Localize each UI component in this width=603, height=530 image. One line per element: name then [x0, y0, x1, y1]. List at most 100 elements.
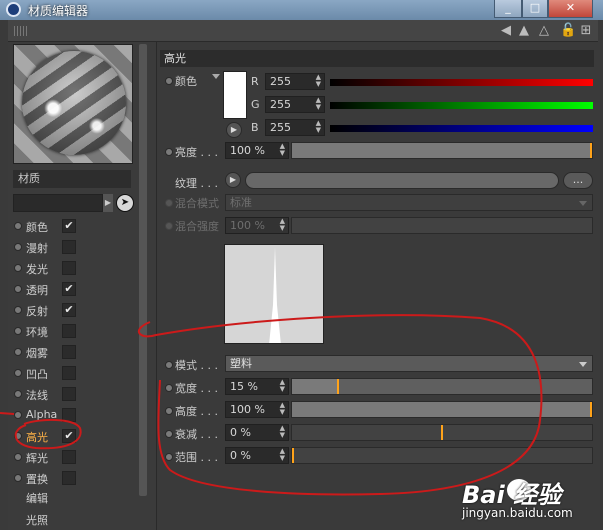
channel-checkbox[interactable] — [62, 450, 76, 464]
sidebar-item-illumination[interactable]: 光照 — [26, 512, 48, 528]
channel-label: 辉光 — [26, 452, 48, 465]
sidebar-item-channel[interactable]: 高光 ✔ — [14, 427, 134, 446]
keyframe-dot-icon[interactable] — [165, 407, 173, 415]
channel-checkbox[interactable]: ✔ — [62, 219, 76, 233]
sidebar-item-channel[interactable]: 辉光 — [14, 448, 134, 467]
blend-mode-label: 混合模式 — [175, 197, 219, 210]
material-link-field[interactable] — [13, 194, 103, 212]
channel-dot-icon — [14, 222, 22, 230]
texture-menu-button[interactable]: ▶ — [225, 172, 241, 188]
sidebar-item-channel[interactable]: 透明 ✔ — [14, 280, 134, 299]
keyframe-dot-icon[interactable] — [165, 148, 173, 156]
keyframe-dot-icon[interactable] — [165, 384, 173, 392]
keyframe-dot-icon[interactable] — [165, 77, 173, 85]
brightness-slider[interactable] — [291, 142, 593, 159]
arrow-up-icon[interactable]: ▲ — [516, 23, 532, 39]
channel-checkbox[interactable] — [62, 387, 76, 401]
sidebar-item-edit[interactable]: 编辑 — [26, 490, 48, 506]
color-picker-button[interactable]: ▶ — [226, 122, 242, 138]
height-slider[interactable] — [291, 401, 593, 418]
width-slider[interactable] — [291, 378, 593, 395]
channel-checkbox[interactable] — [62, 345, 76, 359]
window-title: 材质编辑器 — [28, 4, 89, 18]
triangle-icon[interactable]: △ — [536, 23, 552, 39]
channel-label: 环境 — [26, 326, 48, 339]
sidebar-item-channel[interactable]: 烟雾 — [14, 343, 134, 362]
channel-checkbox[interactable]: ✔ — [62, 282, 76, 296]
keyframe-dot-icon[interactable] — [165, 453, 173, 461]
r-input[interactable]: 255 ▲ ▼ — [265, 73, 325, 90]
blend-strength-label: 混合强度 — [175, 220, 219, 233]
channel-checkbox[interactable] — [62, 408, 76, 422]
color-swatch[interactable] — [223, 71, 247, 119]
falloff-input[interactable]: 0 % ▲ ▼ — [225, 424, 289, 441]
sidebar-item-channel[interactable]: Alpha — [14, 406, 134, 425]
sidebar-scrollbar[interactable] — [139, 44, 147, 496]
watermark-url: jingyan.baidu.com — [462, 506, 573, 520]
sidebar-item-channel[interactable]: 法线 — [14, 385, 134, 404]
channel-dot-icon — [14, 348, 22, 356]
lock-icon[interactable]: 🔓 — [560, 23, 576, 39]
grip-icon[interactable] — [14, 26, 28, 36]
arrow-left-icon[interactable]: ◀ — [498, 23, 514, 39]
color-dropdown-icon[interactable] — [212, 74, 220, 79]
channel-checkbox[interactable] — [62, 261, 76, 275]
sidebar-item-channel[interactable]: 置换 — [14, 469, 134, 488]
channel-checkbox[interactable]: ✔ — [62, 429, 76, 443]
new-window-icon[interactable]: ⊞ — [578, 23, 594, 39]
mode-select[interactable]: 塑料 — [225, 355, 593, 372]
picker-arrow-icon[interactable]: ➤ — [116, 194, 134, 212]
texture-browse-button[interactable]: ... — [563, 172, 593, 189]
channel-label: 置换 — [26, 473, 48, 486]
channel-dot-icon — [14, 243, 22, 251]
channel-checkbox[interactable] — [62, 471, 76, 485]
specular-curve-graph — [224, 244, 324, 344]
keyframe-dot-icon[interactable] — [165, 430, 173, 438]
channel-label: 反射 — [26, 305, 48, 318]
keyframe-dot-icon[interactable] — [165, 361, 173, 369]
editor-toolbar: ◀ ▲ △ 🔓 ⊞ — [8, 20, 598, 42]
width-input[interactable]: 15 % ▲ ▼ — [225, 378, 289, 395]
channel-checkbox[interactable] — [62, 366, 76, 380]
channel-label: 法线 — [26, 389, 48, 402]
sidebar-item-channel[interactable]: 颜色 ✔ — [14, 217, 134, 236]
falloff-slider[interactable] — [291, 424, 593, 441]
b-slider[interactable] — [330, 125, 593, 132]
channel-label: 颜色 — [26, 221, 48, 234]
maximize-button[interactable]: □ — [522, 0, 548, 18]
keyframe-dot-icon — [165, 222, 173, 230]
blend-strength-slider — [291, 217, 593, 234]
channel-dot-icon — [14, 390, 22, 398]
sidebar-item-channel[interactable]: 环境 — [14, 322, 134, 341]
sidebar-item-channel[interactable]: 凹凸 — [14, 364, 134, 383]
blend-strength-input: 100 % ▲ ▼ — [225, 217, 289, 234]
keyframe-dot-icon — [165, 199, 173, 207]
material-preview[interactable] — [13, 44, 133, 164]
texture-field[interactable] — [245, 172, 559, 189]
material-name-label: 材质 — [13, 170, 131, 188]
channel-checkbox[interactable] — [62, 240, 76, 254]
sidebar-item-channel[interactable]: 发光 — [14, 259, 134, 278]
brightness-input[interactable]: 100 % ▲ ▼ — [225, 142, 289, 159]
channel-dot-icon — [14, 327, 22, 335]
g-slider[interactable] — [330, 102, 593, 109]
height-input[interactable]: 100 % ▲ ▼ — [225, 401, 289, 418]
section-title: 高光 — [160, 50, 594, 67]
channel-checkbox[interactable]: ✔ — [62, 303, 76, 317]
b-input[interactable]: 255 ▲ ▼ — [265, 119, 325, 136]
channel-dot-icon — [14, 264, 22, 272]
sidebar-item-channel[interactable]: 反射 ✔ — [14, 301, 134, 320]
channel-checkbox[interactable] — [62, 324, 76, 338]
expand-arrow-icon[interactable]: ▶ — [103, 194, 113, 212]
close-button[interactable]: ✕ — [548, 0, 593, 18]
minimize-button[interactable]: _ — [494, 0, 522, 18]
inner-width-slider[interactable] — [291, 447, 593, 464]
channel-label: 漫射 — [26, 242, 48, 255]
sidebar-item-channel[interactable]: 漫射 — [14, 238, 134, 257]
blend-mode-select: 标准 — [225, 194, 593, 211]
channel-dot-icon — [14, 369, 22, 377]
r-slider[interactable] — [330, 79, 593, 86]
g-input[interactable]: 255 ▲ ▼ — [265, 96, 325, 113]
channel-label: Alpha — [26, 408, 58, 421]
inner-width-input[interactable]: 0 % ▲ ▼ — [225, 447, 289, 464]
